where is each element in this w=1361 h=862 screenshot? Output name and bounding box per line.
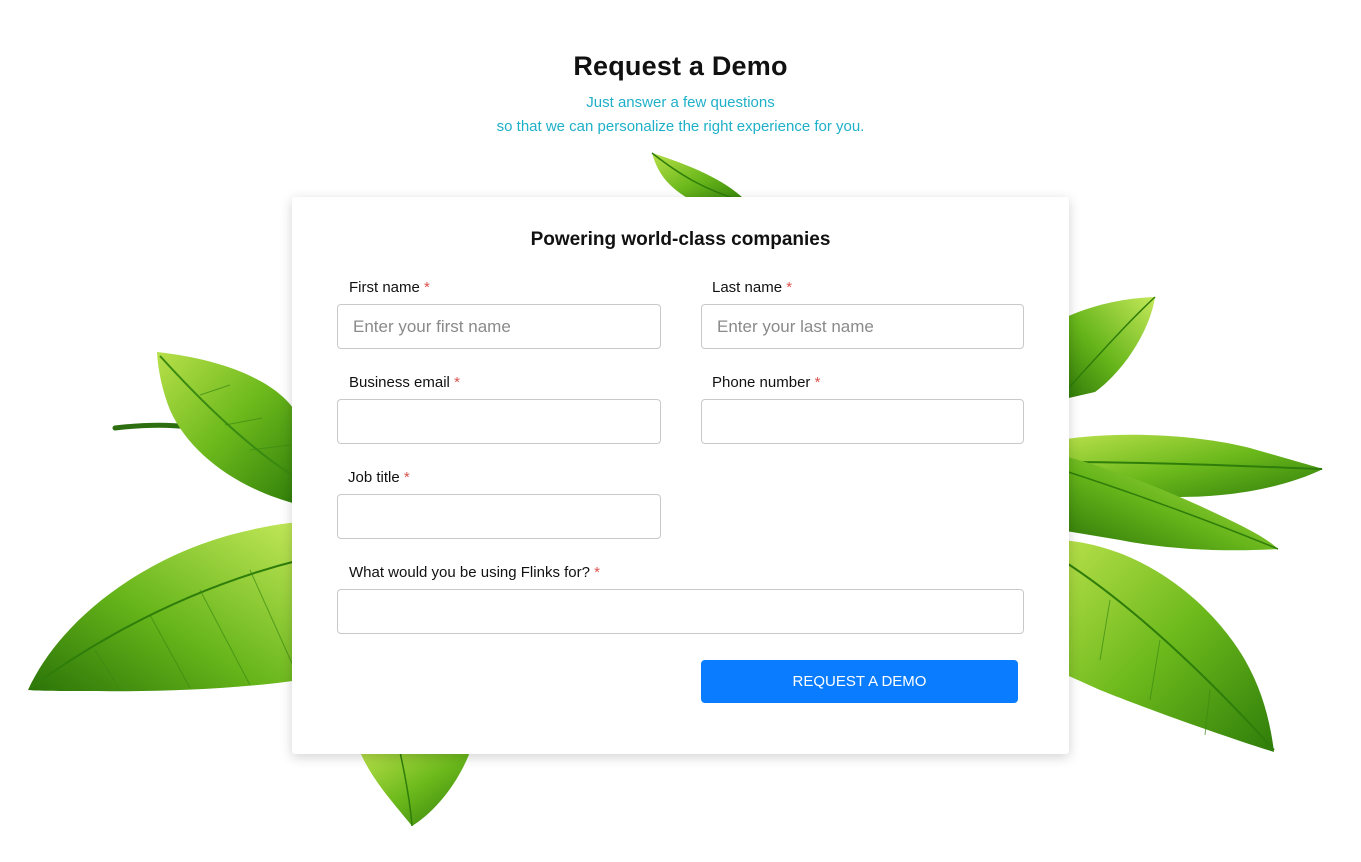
required-marker: * (403, 469, 410, 486)
phone-number-input[interactable] (701, 399, 1024, 444)
job-title-label: Job title * (348, 468, 410, 488)
business-email-label: Business email * (349, 373, 460, 393)
required-marker: * (786, 279, 793, 296)
business-email-label-text: Business email (349, 374, 450, 391)
usage-label-text: What would you be using Flinks for? (349, 564, 590, 581)
phone-number-label: Phone number * (712, 373, 820, 393)
page-subtitle: Just answer a few questions so that we c… (0, 91, 1361, 139)
demo-request-form: Powering world-class companies First nam… (292, 197, 1069, 754)
usage-label: What would you be using Flinks for? * (349, 563, 600, 583)
job-title-input[interactable] (337, 494, 661, 539)
page-header: Request a Demo Just answer a few questio… (0, 46, 1361, 139)
required-marker: * (814, 374, 821, 391)
page-title: Request a Demo (573, 51, 788, 81)
first-name-label-text: First name (349, 279, 420, 296)
first-name-input[interactable] (337, 304, 661, 349)
first-name-label: First name * (349, 278, 430, 298)
required-marker: * (454, 374, 460, 391)
business-email-input[interactable] (337, 399, 661, 444)
required-marker: * (594, 564, 600, 581)
form-title: Powering world-class companies (530, 229, 831, 250)
usage-input[interactable] (337, 589, 1024, 634)
subtitle-line-2: so that we can personalize the right exp… (496, 118, 865, 135)
job-title-label-text: Job title (348, 469, 400, 486)
request-demo-button[interactable]: REQUEST A DEMO (701, 660, 1018, 703)
last-name-label-text: Last name (712, 279, 783, 296)
subtitle-line-1: Just answer a few questions (586, 94, 775, 111)
last-name-label: Last name * (712, 278, 792, 298)
required-marker: * (424, 279, 430, 296)
phone-number-label-text: Phone number (712, 374, 811, 391)
last-name-input[interactable] (701, 304, 1024, 349)
